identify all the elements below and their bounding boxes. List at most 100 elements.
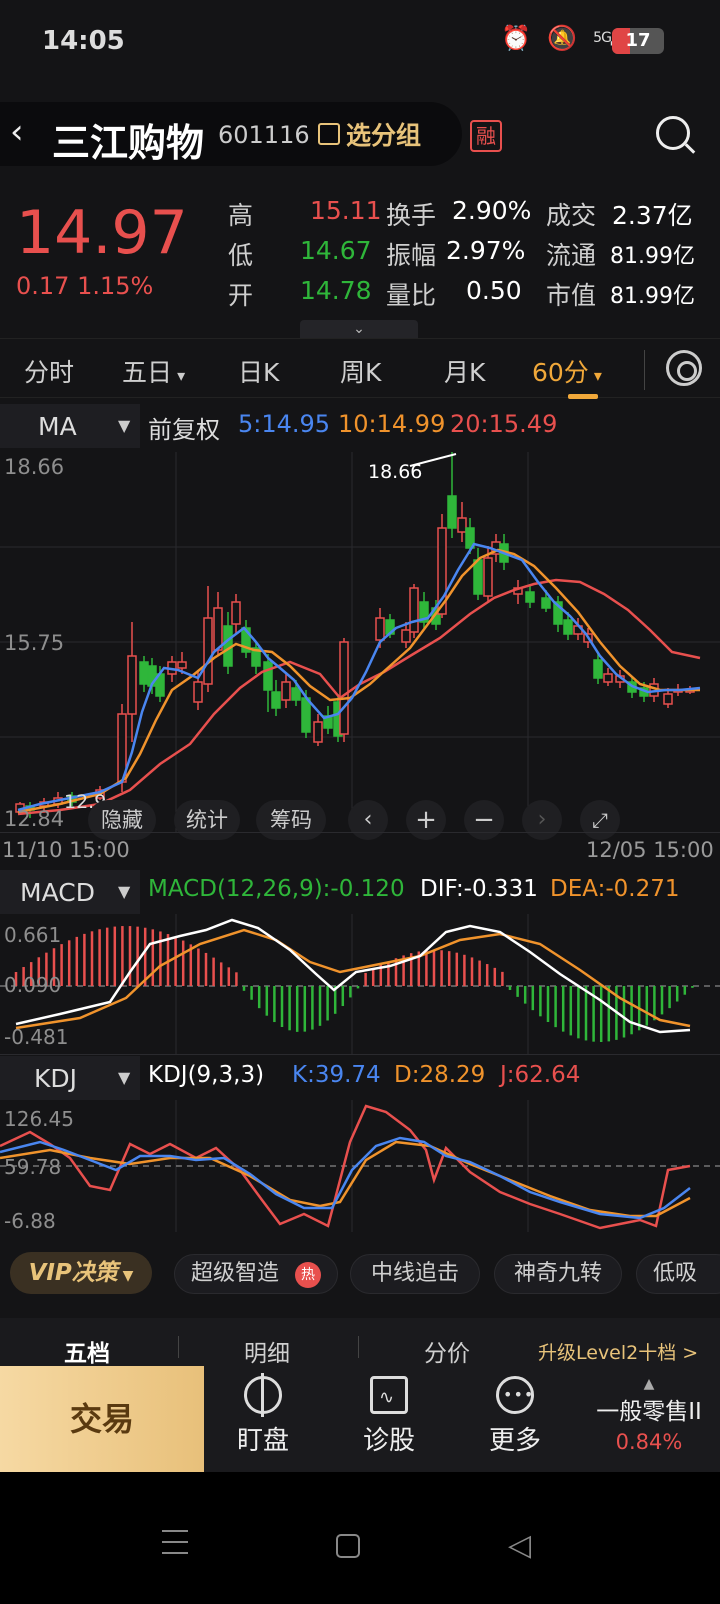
watch-button[interactable]: 盯盘	[208, 1373, 318, 1457]
macd-dea: DEA:-0.271	[550, 876, 680, 902]
hot-badge: 热	[295, 1262, 321, 1288]
kdj-y-min: -6.88	[4, 1209, 56, 1232]
back-triangle-icon[interactable]: ◁	[508, 1528, 531, 1563]
tab-60min-label: 60分	[532, 358, 589, 387]
macd-y-min: -0.481	[4, 1025, 68, 1049]
candle-body	[483, 557, 493, 597]
caret-down-icon: ▼	[118, 1068, 131, 1087]
watch-label: 盯盘	[236, 1426, 289, 1456]
active-tab-indicator	[568, 394, 598, 399]
date-start: 11/10 15:00	[2, 838, 130, 862]
industry-change: 0.84%	[615, 1430, 683, 1454]
volume-ratio-label: 量比	[386, 281, 437, 310]
tab-month-k[interactable]: 月K	[444, 353, 485, 389]
tab-five-levels[interactable]: 五档	[64, 1334, 110, 1368]
strategy-label: 超级智造	[191, 1261, 280, 1286]
candle-body	[593, 659, 603, 679]
y-axis-min: 12.84	[4, 807, 64, 831]
more-button[interactable]: ••• 更多	[460, 1374, 570, 1457]
candle-body	[541, 597, 551, 609]
deal-value: 2.37亿	[612, 201, 693, 230]
kdj-label: KDJ	[34, 1064, 78, 1093]
candle-body	[473, 559, 483, 595]
select-group-button[interactable]: 选分组	[318, 116, 421, 152]
tab-60min[interactable]: 60分 ▾	[532, 353, 602, 389]
kdj-chart[interactable]: 126.45 59.78 -6.88	[0, 1100, 720, 1232]
macd-chart[interactable]: 0.661 0.090 -0.481	[0, 914, 720, 1054]
stock-code: 601116	[218, 121, 310, 149]
ma5-value: 5:14.95	[238, 410, 331, 438]
title-bar: ‹ 三江购物 601116 选分组	[0, 102, 462, 166]
diagnose-button[interactable]: ∿ 诊股	[334, 1374, 444, 1457]
candle-body	[525, 591, 535, 603]
battery-level: 17	[625, 30, 651, 51]
select-group-label: 选分组	[346, 121, 422, 150]
tab-day-k[interactable]: 日K	[238, 353, 279, 389]
low-value: 14.67	[300, 236, 372, 265]
candle-body	[263, 661, 273, 691]
menu-icon[interactable]	[162, 1530, 188, 1554]
divider	[0, 1054, 720, 1055]
kline-chart[interactable]: 18.66 18.66 15.75 12.84 12.9	[0, 452, 720, 832]
candles	[15, 452, 695, 818]
macd-label: MACD	[20, 878, 95, 907]
strategy-chip[interactable]: 低吸	[636, 1254, 720, 1294]
chevron-down-icon[interactable]: ⌄	[300, 320, 418, 338]
turnover-label: 换手	[386, 201, 437, 230]
candle-body	[193, 681, 203, 703]
open-value: 14.78	[300, 276, 372, 305]
amplitude-value: 2.97%	[446, 236, 526, 265]
mktcap-value: 81.99亿	[610, 284, 695, 309]
candle-body	[401, 629, 411, 643]
chevron-left-icon[interactable]: ‹	[10, 112, 46, 152]
grid	[0, 452, 720, 832]
candle-body	[457, 517, 467, 533]
candle-body	[281, 681, 291, 701]
strategy-chip[interactable]: 神奇九转	[494, 1254, 622, 1294]
candle-body	[139, 661, 149, 685]
stock-name: 三江购物	[52, 121, 205, 165]
industry-sector[interactable]: ▲ 一般零售II 0.84%	[578, 1376, 720, 1454]
candle-body	[213, 607, 223, 651]
tab-week-k[interactable]: 周K	[340, 353, 381, 389]
candle-body	[127, 655, 137, 715]
deal-label: 成交	[546, 201, 597, 230]
adjust-label[interactable]: 前复权	[148, 410, 220, 445]
vip-decision-button[interactable]: VIP决策 ▼	[10, 1252, 152, 1294]
home-icon[interactable]	[336, 1534, 360, 1558]
caret-down-icon: ▾	[588, 366, 602, 385]
candle-body	[203, 617, 213, 685]
tab-intraday[interactable]: 分时	[24, 353, 74, 389]
candle-body	[603, 673, 613, 683]
kdj-d-line	[0, 1140, 691, 1218]
tab-price-split[interactable]: 分价	[424, 1334, 470, 1368]
caret-down-icon: ▾	[172, 366, 186, 385]
strategy-chip[interactable]: 中线追击	[350, 1254, 480, 1294]
current-price: 14.97	[16, 198, 188, 268]
tab-detail[interactable]: 明细	[244, 1334, 290, 1368]
divider	[358, 1336, 359, 1358]
dea-line	[15, 928, 691, 1030]
kdj-params: KDJ(9,3,3)	[148, 1062, 265, 1088]
diagnose-label: 诊股	[362, 1426, 415, 1456]
pulse-chart-icon: ∿	[370, 1376, 408, 1414]
more-dots-icon: •••	[496, 1376, 534, 1414]
network-label: 5G	[593, 30, 612, 46]
kdj-y-mid: 59.78	[4, 1155, 61, 1179]
chevron-right-icon: ›	[537, 807, 547, 832]
search-icon[interactable]	[656, 116, 690, 150]
divider	[178, 1336, 179, 1358]
open-label: 开	[228, 281, 254, 310]
high-label: 高	[228, 201, 254, 230]
trade-button[interactable]: 交易	[0, 1366, 204, 1472]
tab-five-day[interactable]: 五日 ▾	[122, 353, 185, 389]
candle-body	[409, 587, 419, 633]
date-end: 12/05 15:00	[586, 838, 714, 862]
alarm-icon: ⏰	[501, 24, 532, 52]
gear-icon[interactable]	[666, 350, 702, 386]
strategy-chip[interactable]: 超级智造 热	[174, 1254, 338, 1294]
macd-dif: DIF:-0.331	[420, 876, 538, 902]
ma-label: MA	[38, 412, 77, 441]
crosshair-icon	[244, 1373, 282, 1417]
upgrade-level2-link[interactable]: 升级Level2十档 >	[538, 1338, 698, 1365]
